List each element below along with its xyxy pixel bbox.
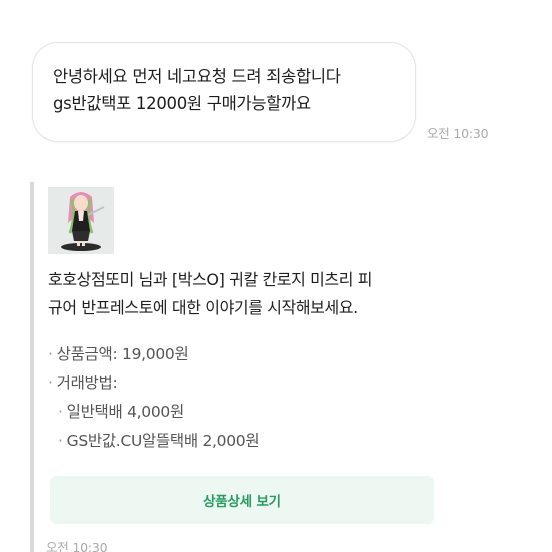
bullet-icon: ·	[58, 403, 63, 421]
product-detail-button[interactable]: 상품상세 보기	[50, 476, 434, 524]
incoming-message-bubble[interactable]: 안녕하세요 먼저 네고요청 드려 죄송합니다 gs반값택포 12000원 구매가…	[32, 42, 416, 142]
message-timestamp: 오전 10:30	[427, 126, 489, 141]
chat-intro-text: 호호상점또미 님과 [박스O] 귀칼 칸로지 미츠리 피 규어 반프레스토에 대…	[48, 266, 448, 322]
trade-method-item: · 일반택배 4,000원	[48, 398, 259, 427]
product-info-list: · 상품금액: 19,000원 · 거래방법: · 일반택배 4,000원 · GS반값…	[48, 340, 260, 456]
method-standard-delivery: 일반택배 4,000원	[66, 403, 185, 421]
price-row: · 상품금액: 19,000원	[48, 340, 259, 369]
price-label: 상품금액: 19,000원	[56, 345, 189, 363]
intro-line-2: 규어 반프레스토에 대한 이야기를 시작해보세요.	[48, 298, 358, 317]
message-line-2: gs반값택포 12000원 구매가능할까요	[53, 94, 311, 113]
figure-image	[48, 187, 114, 254]
product-thumbnail[interactable]	[48, 187, 114, 254]
card-timestamp: 오전 10:30	[46, 540, 108, 552]
message-line-1: 안녕하세요 먼저 네고요청 드려 죄송합니다	[53, 67, 341, 86]
product-card: 호호상점또미 님과 [박스O] 귀칼 칸로지 미츠리 피 규어 반프레스토에 대…	[30, 182, 450, 552]
trade-method-item: · GS반값.CU알뜰택배 2,000원	[48, 427, 260, 456]
chat-view: 안녕하세요 먼저 네고요청 드려 죄송합니다 gs반값택포 12000원 구매가…	[0, 0, 552, 552]
trade-method-row: · 거래방법:	[48, 369, 259, 398]
intro-line-1: 호호상점또미 님과 [박스O] 귀칼 칸로지 미츠리 피	[48, 270, 373, 289]
trade-method-label: 거래방법:	[56, 374, 118, 392]
bullet-icon: ·	[48, 374, 53, 392]
bullet-icon: ·	[48, 345, 53, 363]
method-convenience-delivery: GS반값.CU알뜰택배 2,000원	[66, 432, 260, 450]
bullet-icon: ·	[58, 432, 63, 450]
